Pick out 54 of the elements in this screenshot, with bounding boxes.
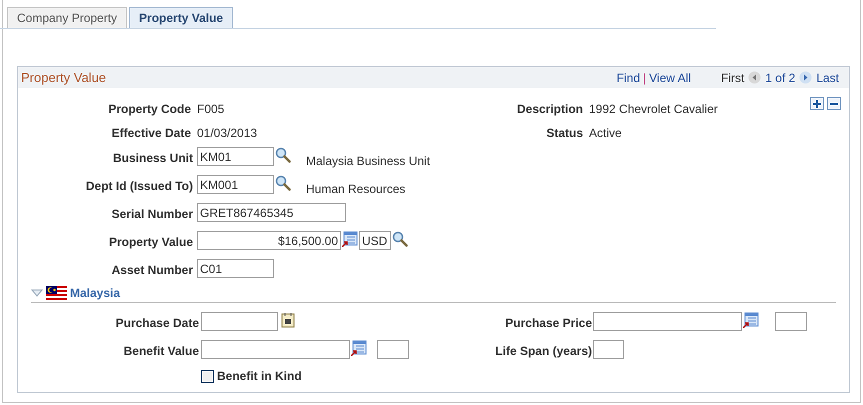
tab[interactable]: Property Value: [129, 7, 234, 28]
currency-field[interactable]: USD: [359, 231, 391, 250]
search-icon[interactable]: [275, 175, 291, 191]
field-label: Business Unit: [112, 150, 194, 167]
view-all-link[interactable]: View All: [649, 68, 691, 86]
currency-field[interactable]: [775, 312, 807, 331]
calculator-icon[interactable]: [351, 340, 367, 356]
field-label: Purchase Date: [114, 315, 200, 332]
field-description: Human Resources: [306, 181, 406, 198]
page-count: 1 of 2: [765, 70, 796, 86]
calendar-icon[interactable]: [281, 312, 295, 328]
input-field[interactable]: GRET867465345: [197, 203, 346, 222]
field-label: Purchase Price: [504, 315, 593, 332]
delete-row-button[interactable]: [827, 97, 841, 110]
input-field[interactable]: [593, 340, 624, 359]
field-label: Effective Date: [110, 125, 192, 142]
input-field[interactable]: [593, 312, 742, 331]
field-label: Dept Id (Issued To): [84, 178, 194, 195]
add-row-button[interactable]: [810, 97, 824, 110]
field-value: Active: [589, 125, 622, 142]
search-icon[interactable]: [275, 147, 291, 163]
calculator-icon[interactable]: [743, 312, 759, 328]
currency-field[interactable]: [377, 340, 409, 359]
next-icon[interactable]: [799, 71, 812, 84]
field-label: Asset Number: [110, 262, 194, 279]
field-label: Description: [516, 101, 584, 118]
date-field[interactable]: [201, 312, 278, 331]
input-field[interactable]: KM001: [197, 175, 274, 194]
field-label: Status: [545, 125, 584, 142]
previous-icon[interactable]: [748, 71, 762, 84]
input-field[interactable]: KM01: [197, 147, 274, 166]
amount-field[interactable]: $16,500.00: [197, 231, 341, 250]
field-label: Property Value: [108, 234, 194, 251]
benefit-in-kind-checkbox[interactable]: Benefit in Kind: [201, 367, 302, 385]
input-field[interactable]: [201, 340, 350, 359]
field-value: 1992 Chevrolet Cavalier: [589, 101, 718, 118]
last-link[interactable]: Last: [816, 68, 839, 86]
field-description: Malaysia Business Unit: [306, 153, 430, 170]
panel-title: Property Value: [21, 68, 106, 87]
field-label: Life Span (years): [494, 343, 593, 360]
tab[interactable]: Company Property: [7, 7, 128, 28]
separator: |: [643, 70, 646, 86]
field-value: F005: [197, 101, 224, 118]
field-label: Benefit Value: [122, 343, 200, 360]
section-title: Malaysia: [70, 284, 120, 302]
field-value: 01/03/2013: [197, 125, 258, 142]
flag-icon: [46, 286, 67, 300]
plus-icon: [813, 100, 821, 108]
field-label: Serial Number: [110, 206, 194, 223]
calculator-icon[interactable]: [342, 231, 358, 247]
input-field[interactable]: C01: [197, 259, 274, 278]
search-icon[interactable]: [392, 231, 408, 247]
field-label: Property Code: [107, 101, 192, 118]
find-link[interactable]: Find: [616, 68, 640, 86]
